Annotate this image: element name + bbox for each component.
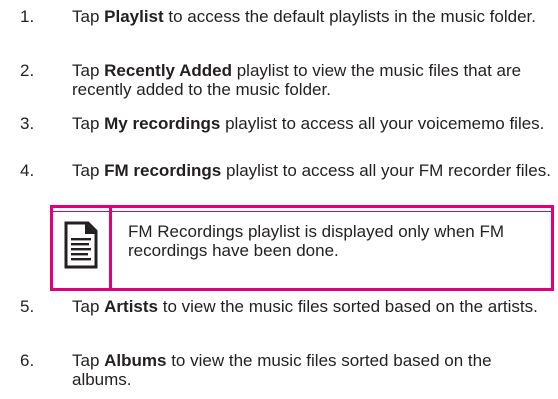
step-text-bold: My recordings xyxy=(104,114,221,133)
step-text: Tap Recently Added playlist to view the … xyxy=(72,61,552,99)
step-text-bold: Playlist xyxy=(104,7,164,26)
step-text-bold: Albums xyxy=(104,351,167,370)
step-text-bold: Artists xyxy=(104,297,158,316)
step-text-post: playlist to access all your voicememo fi… xyxy=(220,114,545,133)
note-document-icon xyxy=(64,221,98,269)
step-text-bold: Recently Added xyxy=(104,61,232,80)
note-callout: FM Recordings playlist is displayed only… xyxy=(50,205,554,291)
step-text-bold: FM recordings xyxy=(104,161,222,180)
step-text-post: playlist to access all your FM recorder … xyxy=(221,161,551,180)
note-text: FM Recordings playlist is displayed only… xyxy=(128,222,505,260)
step-text-post: to access the default playlists in the m… xyxy=(163,7,536,26)
step-number: 6. xyxy=(20,351,35,370)
step-text-pre: Tap xyxy=(72,297,105,316)
step-text-post: to view the music files sorted based on … xyxy=(158,297,538,316)
step-text: Tap Albums to view the music files sorte… xyxy=(72,351,552,389)
step-text-pre: Tap xyxy=(72,114,105,133)
step-text-pre: Tap xyxy=(72,7,105,26)
step-number: 2. xyxy=(20,61,35,80)
step-text-pre: Tap xyxy=(72,61,105,80)
step-text: Tap My recordings playlist to access all… xyxy=(72,114,552,133)
step-number: 1. xyxy=(20,7,35,26)
note-icon-container xyxy=(53,208,112,288)
step-text-pre: Tap xyxy=(72,351,105,370)
step-text: Tap Artists to view the music files sort… xyxy=(72,297,552,316)
note-inner-rule xyxy=(53,211,551,212)
step-text-pre: Tap xyxy=(72,161,105,180)
step-number: 5. xyxy=(20,297,35,316)
step-number: 3. xyxy=(20,114,35,133)
step-number: 4. xyxy=(20,161,35,180)
step-text: Tap FM recordings playlist to access all… xyxy=(72,161,552,180)
step-text: Tap Playlist to access the default playl… xyxy=(72,7,552,26)
